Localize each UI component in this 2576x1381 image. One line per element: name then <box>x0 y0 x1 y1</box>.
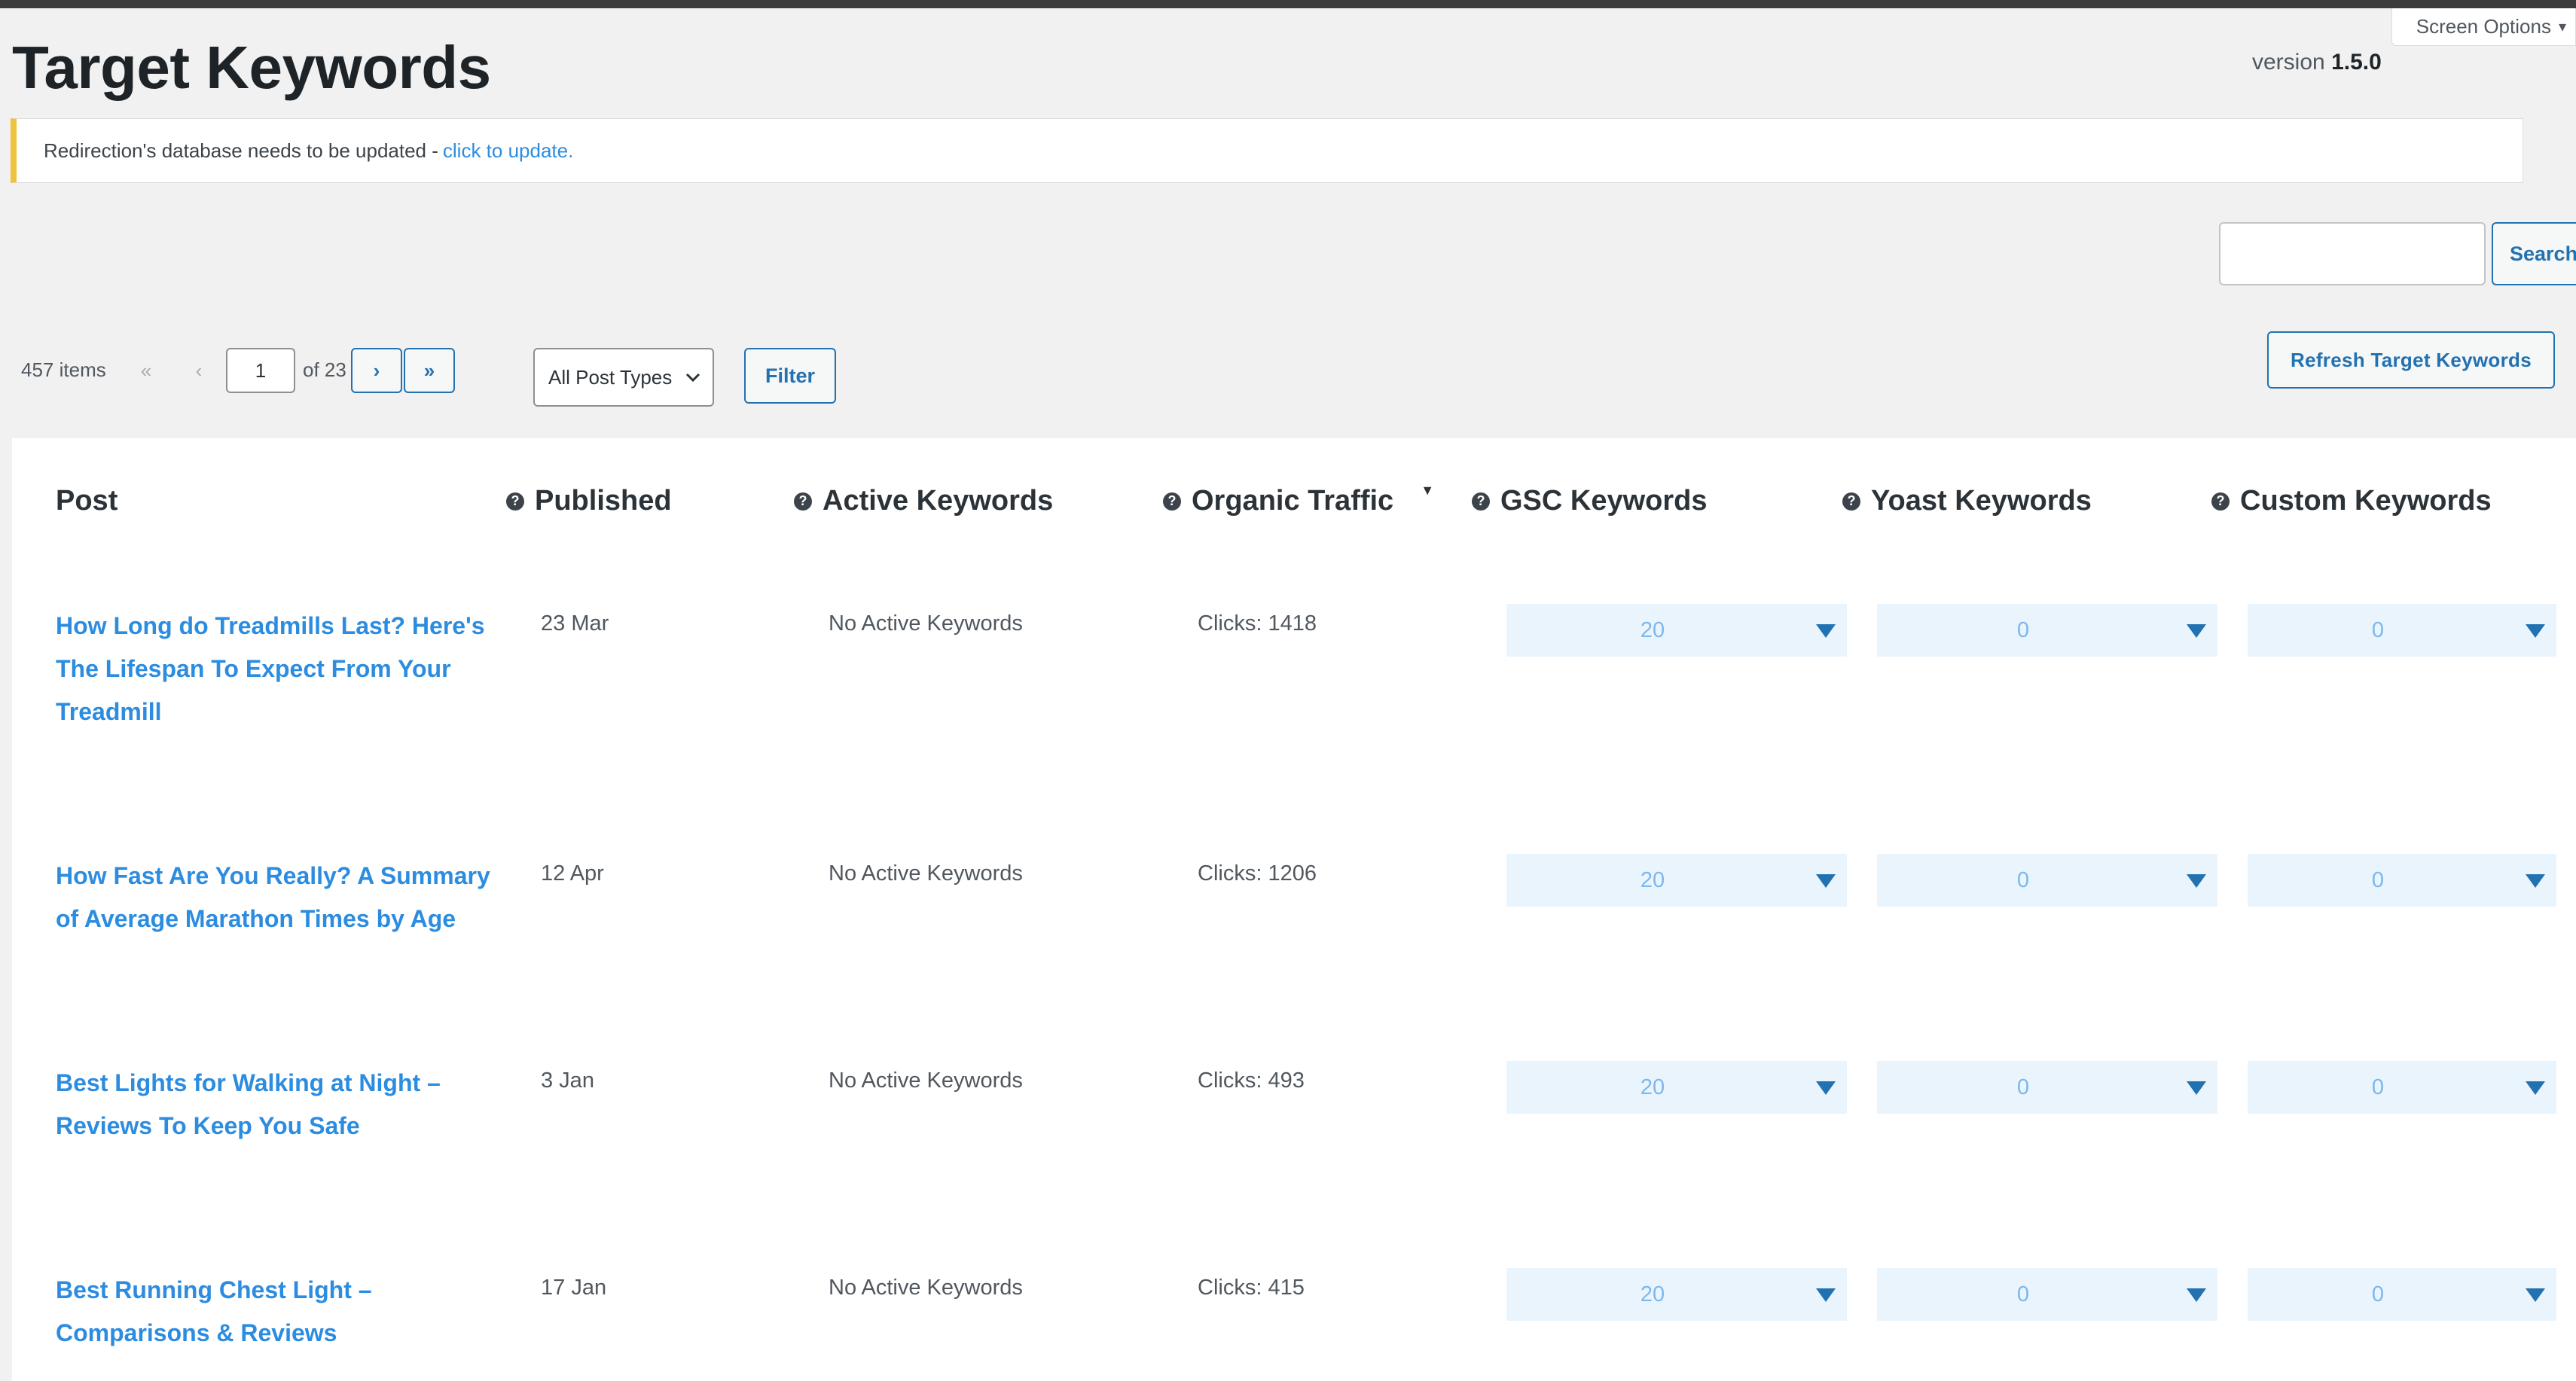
dropdown-value: 0 <box>2371 867 2385 892</box>
notice-update-link[interactable]: click to update. <box>443 139 573 163</box>
prev-page-button: ‹ <box>195 358 203 382</box>
published-date: 3 Jan <box>541 1069 594 1093</box>
gsc-keywords-dropdown[interactable]: 20 <box>1506 1268 1847 1321</box>
column-header-yoast-keywords[interactable]: ? Yoast Keywords <box>1842 485 2092 517</box>
dropdown-value: 0 <box>2371 1075 2385 1099</box>
triangle-down-icon <box>2526 1288 2545 1302</box>
post-title-link[interactable]: How Long do Treadmills Last? Here's The … <box>56 605 508 733</box>
triangle-down-icon <box>1816 624 1836 638</box>
gsc-keywords-dropdown[interactable]: 20 <box>1506 1061 1847 1114</box>
active-keywords-value: No Active Keywords <box>829 861 1023 886</box>
total-pages: of 23 <box>303 358 346 381</box>
yoast-keywords-dropdown[interactable]: 0 <box>1877 1061 2217 1114</box>
column-header-custom-keywords[interactable]: ? Custom Keywords <box>2211 485 2492 517</box>
dropdown-value: 20 <box>1640 867 1665 892</box>
active-keywords-value: No Active Keywords <box>829 1069 1023 1093</box>
active-keywords-value: No Active Keywords <box>829 611 1023 636</box>
custom-keywords-dropdown[interactable]: 0 <box>2248 604 2556 657</box>
dropdown-value: 20 <box>1640 1075 1665 1099</box>
published-date: 12 Apr <box>541 861 604 886</box>
triangle-down-icon <box>2187 1288 2206 1302</box>
help-icon[interactable]: ? <box>2211 492 2230 511</box>
published-date: 23 Mar <box>541 611 609 636</box>
triangle-down-icon <box>2187 1081 2206 1095</box>
column-header-gsc-keywords[interactable]: ? GSC Keywords <box>1472 485 1708 517</box>
published-date: 17 Jan <box>541 1276 607 1300</box>
triangle-down-icon <box>1816 874 1836 888</box>
dropdown-value: 0 <box>2016 617 2030 642</box>
custom-keywords-dropdown[interactable]: 0 <box>2248 1061 2556 1114</box>
dropdown-value: 20 <box>1640 617 1665 642</box>
column-header-label: Post <box>56 485 118 517</box>
search-button[interactable]: Search <box>2492 222 2576 285</box>
version-label: version <box>2252 50 2325 75</box>
caret-down-icon: ▾ <box>2558 19 2566 35</box>
column-header-organic-traffic[interactable]: ? Organic Traffic ▼ <box>1163 483 1434 517</box>
chevron-down-icon <box>685 373 700 383</box>
last-page-button[interactable]: » <box>404 348 455 393</box>
post-types-value: All Post Types <box>548 365 673 389</box>
dropdown-value: 0 <box>2016 867 2030 892</box>
triangle-down-icon <box>2187 624 2206 638</box>
post-types-select[interactable]: All Post Types <box>533 348 714 407</box>
items-count: 457 items <box>21 358 106 381</box>
help-icon[interactable]: ? <box>506 492 524 511</box>
triangle-down-icon <box>1816 1288 1836 1302</box>
column-header-label: Organic Traffic <box>1192 485 1394 517</box>
yoast-keywords-dropdown[interactable]: 0 <box>1877 604 2217 657</box>
post-title-link[interactable]: Best Lights for Walking at Night – Revie… <box>56 1062 508 1148</box>
organic-traffic-value: Clicks: 415 <box>1198 1276 1305 1300</box>
sort-desc-icon[interactable]: ▼ <box>1421 483 1434 498</box>
column-header-active-keywords[interactable]: ? Active Keywords <box>794 485 1053 517</box>
column-header-label: Custom Keywords <box>2240 485 2492 517</box>
screen-options-toggle[interactable]: Screen Options ▾ <box>2391 8 2576 46</box>
triangle-down-icon <box>2526 874 2545 888</box>
help-icon[interactable]: ? <box>1472 492 1490 511</box>
column-header-label: Published <box>535 485 672 517</box>
column-header-post: Post <box>56 485 118 517</box>
custom-keywords-dropdown[interactable]: 0 <box>2248 1268 2556 1321</box>
post-title-link[interactable]: Best Running Chest Light – Comparisons &… <box>56 1269 508 1355</box>
current-page-input[interactable]: 1 <box>226 348 295 393</box>
dropdown-value: 0 <box>2371 617 2385 642</box>
active-keywords-value: No Active Keywords <box>829 1276 1023 1300</box>
plugin-version: version 1.5.0 <box>2252 50 2382 75</box>
first-page-button: « <box>140 358 152 382</box>
dropdown-value: 20 <box>1640 1282 1665 1306</box>
update-notice: Redirection's database needs to be updat… <box>11 118 2523 183</box>
filter-button[interactable]: Filter <box>744 348 836 404</box>
triangle-down-icon <box>2187 874 2206 888</box>
column-header-label: Yoast Keywords <box>1871 485 2092 517</box>
post-title-link[interactable]: How Fast Are You Really? A Summary of Av… <box>56 855 508 940</box>
triangle-down-icon <box>1816 1081 1836 1095</box>
organic-traffic-value: Clicks: 1418 <box>1198 611 1317 636</box>
dropdown-value: 0 <box>2016 1075 2030 1099</box>
organic-traffic-value: Clicks: 493 <box>1198 1069 1305 1093</box>
organic-traffic-value: Clicks: 1206 <box>1198 861 1317 886</box>
admin-top-bar <box>0 0 2576 8</box>
screen-options-label: Screen Options <box>2416 15 2551 38</box>
yoast-keywords-dropdown[interactable]: 0 <box>1877 1268 2217 1321</box>
help-icon[interactable]: ? <box>794 492 812 511</box>
triangle-down-icon <box>2526 624 2545 638</box>
help-icon[interactable]: ? <box>1163 492 1181 511</box>
column-header-published[interactable]: ? Published <box>506 485 672 517</box>
version-number: 1.5.0 <box>2331 50 2382 75</box>
gsc-keywords-dropdown[interactable]: 20 <box>1506 854 1847 907</box>
gsc-keywords-dropdown[interactable]: 20 <box>1506 604 1847 657</box>
page-title: Target Keywords <box>12 34 491 101</box>
help-icon[interactable]: ? <box>1842 492 1860 511</box>
refresh-target-keywords-button[interactable]: Refresh Target Keywords <box>2267 331 2555 389</box>
next-page-button[interactable]: › <box>351 348 402 393</box>
dropdown-value: 0 <box>2016 1282 2030 1306</box>
custom-keywords-dropdown[interactable]: 0 <box>2248 854 2556 907</box>
yoast-keywords-dropdown[interactable]: 0 <box>1877 854 2217 907</box>
notice-text: Redirection's database needs to be updat… <box>44 139 438 162</box>
dropdown-value: 0 <box>2371 1282 2385 1306</box>
column-header-label: GSC Keywords <box>1500 485 1708 517</box>
column-header-label: Active Keywords <box>823 485 1054 517</box>
triangle-down-icon <box>2526 1081 2545 1095</box>
search-input[interactable] <box>2219 222 2486 285</box>
